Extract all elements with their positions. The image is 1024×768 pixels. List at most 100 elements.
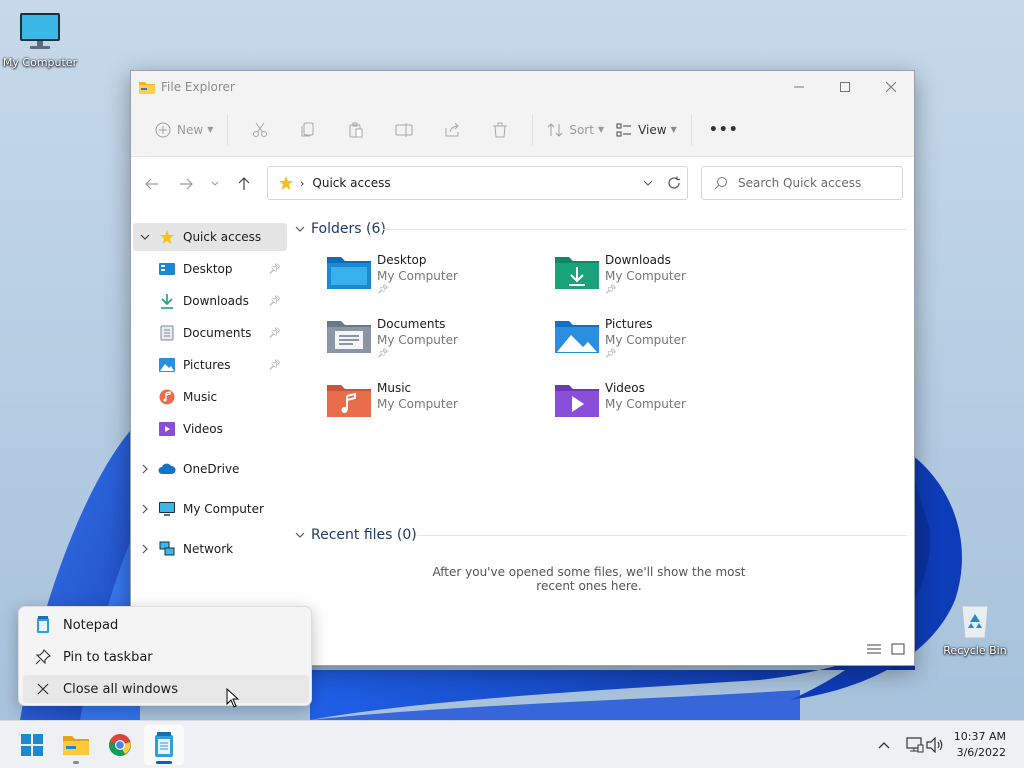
system-clock[interactable]: 10:37 AM 3/6/2022 — [954, 729, 1006, 761]
network-wired-icon — [906, 737, 924, 753]
recent-locations-button[interactable] — [203, 169, 227, 199]
pictures-folder-icon — [555, 317, 605, 373]
folder-name: Music — [377, 381, 412, 395]
group-header-folders[interactable]: Folders (6) — [295, 217, 386, 241]
start-icon — [21, 734, 43, 756]
folder-tile-downloads[interactable]: Downloads My Computer 📌︎ — [555, 253, 775, 309]
share-icon — [445, 122, 460, 136]
chevron-right-icon[interactable] — [133, 544, 157, 554]
new-label: New — [177, 122, 204, 137]
navigation-bar: › Quick access Search Quick access — [131, 158, 914, 210]
folder-location: My Computer — [377, 333, 458, 347]
taskbar-notepad[interactable] — [144, 725, 184, 765]
sidebar-item-pictures[interactable]: Pictures 📌︎ — [133, 351, 287, 379]
divider — [532, 114, 534, 145]
folder-name: Videos — [605, 381, 645, 395]
chevron-down-icon[interactable] — [133, 234, 157, 240]
chevron-down-icon[interactable] — [643, 180, 653, 186]
folder-tile-music[interactable]: Music My Computer — [327, 381, 547, 437]
copy-button[interactable] — [284, 113, 332, 147]
chevron-right-icon[interactable] — [133, 504, 157, 514]
sidebar-item-label: Pictures — [183, 358, 231, 372]
sidebar-item-music[interactable]: Music — [133, 383, 287, 411]
chevron-right-icon[interactable] — [133, 464, 157, 474]
sidebar-item-desktop[interactable]: Desktop 📌︎ — [133, 255, 287, 283]
search-box[interactable]: Search Quick access — [701, 166, 903, 200]
folder-tile-pictures[interactable]: Pictures My Computer 📌︎ — [555, 317, 775, 373]
divider — [227, 114, 229, 145]
active-indicator — [156, 761, 172, 764]
sidebar-item-quick-access[interactable]: Quick access — [133, 223, 287, 251]
documents-icon — [157, 325, 177, 341]
folder-name: Desktop — [377, 253, 427, 267]
chevron-down-icon: ▼ — [597, 125, 605, 134]
sort-button[interactable]: Sort ▼ — [541, 113, 610, 147]
paste-icon — [349, 122, 363, 137]
chevron-down-icon — [295, 530, 305, 541]
pin-icon — [23, 649, 63, 665]
pin-icon: 📌︎ — [377, 285, 389, 295]
more-options-button[interactable]: ••• — [700, 113, 748, 147]
close-button[interactable] — [868, 71, 914, 103]
refresh-icon[interactable] — [667, 176, 681, 190]
sidebar-item-videos[interactable]: Videos — [133, 415, 287, 443]
sidebar-item-my-computer[interactable]: My Computer — [133, 495, 287, 523]
search-icon — [714, 177, 727, 190]
delete-button[interactable] — [476, 113, 524, 147]
jumplist-item-notepad[interactable]: Notepad — [23, 611, 309, 639]
paste-button[interactable] — [332, 113, 380, 147]
chevron-down-icon: ▼ — [207, 125, 214, 134]
desktop-icon-my-computer[interactable]: My Computer — [0, 12, 80, 69]
sidebar-item-downloads[interactable]: Downloads 📌︎ — [133, 287, 287, 315]
maximize-button[interactable] — [822, 71, 868, 103]
folder-tile-videos[interactable]: Videos My Computer — [555, 381, 775, 437]
taskbar-file-explorer[interactable] — [56, 725, 96, 765]
breadcrumb-chevron-icon: › — [300, 176, 305, 190]
tiles-view-icon[interactable] — [891, 643, 905, 655]
sidebar-item-onedrive[interactable]: OneDrive — [133, 455, 287, 483]
address-bar[interactable]: › Quick access — [267, 166, 688, 200]
divider — [417, 535, 907, 536]
star-icon — [279, 176, 293, 190]
documents-folder-icon — [327, 317, 377, 373]
view-label: View — [638, 122, 667, 137]
forward-button[interactable] — [169, 169, 203, 199]
sidebar-item-label: Music — [183, 390, 218, 404]
back-button[interactable] — [135, 169, 169, 199]
jumplist-item-pin-to-taskbar[interactable]: Pin to taskbar — [23, 643, 309, 671]
volume-button[interactable] — [926, 721, 944, 768]
chrome-icon — [109, 734, 131, 756]
volume-icon — [926, 737, 943, 753]
start-button[interactable] — [12, 725, 52, 765]
show-hidden-icons-button[interactable] — [878, 721, 890, 768]
breadcrumb-quick-access[interactable]: Quick access — [312, 176, 390, 190]
rename-button[interactable] — [380, 113, 428, 147]
network-status-button[interactable] — [906, 721, 924, 768]
minimize-button[interactable] — [776, 71, 822, 103]
pin-icon: 📌︎ — [605, 285, 617, 295]
cut-button[interactable] — [236, 113, 284, 147]
title-bar[interactable]: File Explorer — [131, 71, 914, 103]
group-header-recent-files[interactable]: Recent files (0) — [295, 523, 417, 547]
view-list-icon — [616, 123, 632, 136]
sidebar-item-documents[interactable]: Documents 📌︎ — [133, 319, 287, 347]
details-view-icon[interactable] — [867, 643, 881, 655]
up-button[interactable] — [227, 169, 261, 199]
folder-tile-documents[interactable]: Documents My Computer 📌︎ — [327, 317, 547, 373]
new-button[interactable]: New ▼ — [149, 113, 219, 147]
clock-date: 3/6/2022 — [956, 746, 1006, 759]
jumplist-item-close-all-windows[interactable]: Close all windows — [23, 675, 309, 703]
share-button[interactable] — [428, 113, 476, 147]
view-button[interactable]: View ▼ — [610, 113, 683, 147]
folder-location: My Computer — [377, 269, 458, 283]
folder-tile-desktop[interactable]: Desktop My Computer 📌︎ — [327, 253, 547, 309]
jumplist-item-label: Pin to taskbar — [63, 649, 153, 665]
desktop-icon-recycle-bin[interactable]: Recycle Bin — [935, 600, 1015, 657]
pictures-icon — [157, 358, 177, 372]
pin-icon: 📌︎ — [268, 295, 281, 307]
folder-name: Downloads — [605, 253, 671, 267]
sidebar-item-network[interactable]: Network — [133, 535, 287, 563]
sidebar-item-label: Documents — [183, 326, 252, 340]
taskbar-chrome[interactable] — [100, 725, 140, 765]
taskbar-jump-list: Notepad Pin to taskbar Close all windows — [18, 606, 312, 706]
